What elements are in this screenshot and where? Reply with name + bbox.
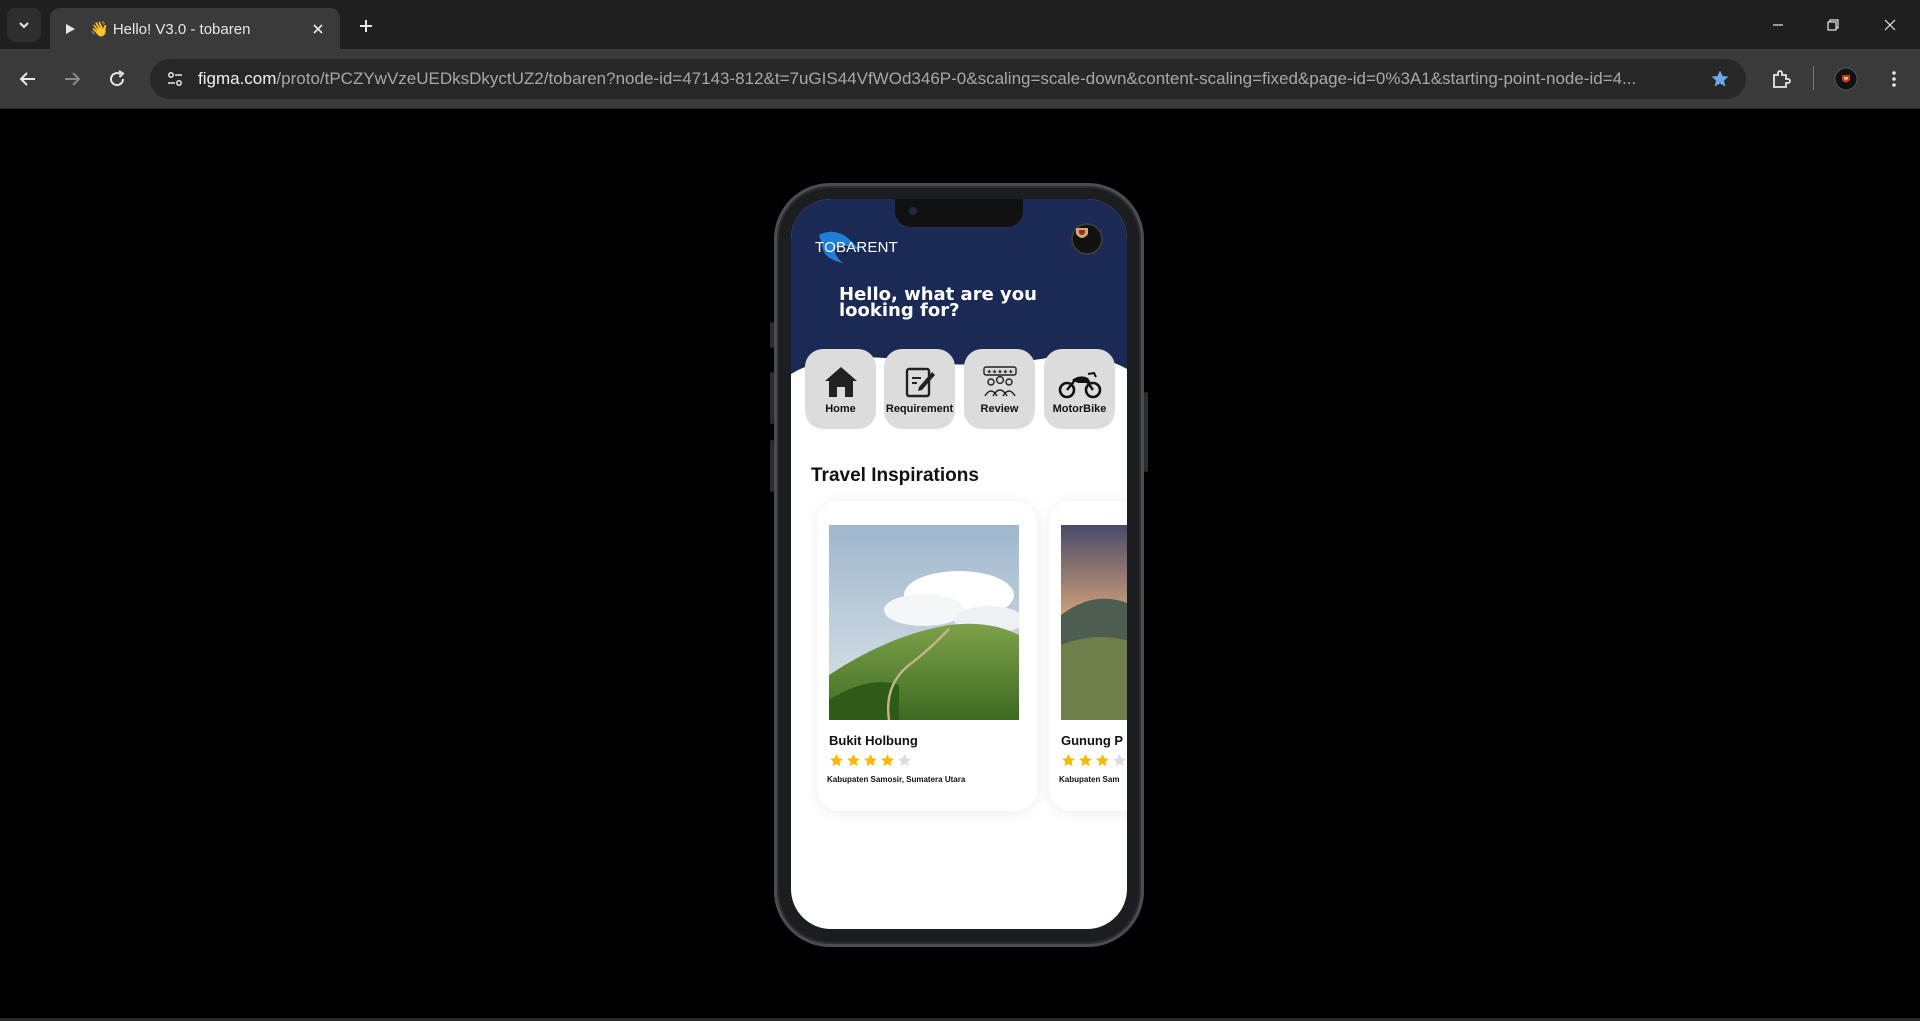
site-info-icon[interactable] (162, 66, 188, 92)
forward-button[interactable] (56, 63, 88, 95)
category-label: Review (980, 403, 1019, 415)
star-filled-icon (1096, 754, 1109, 767)
place-location: Kabupaten Samosir, Sumatera Utara (827, 775, 966, 784)
motorbike-icon (1058, 371, 1101, 399)
plus-icon (360, 20, 372, 32)
category-review[interactable]: ★★★★★ Review (964, 349, 1035, 429)
place-name: Bukit Holbung (829, 733, 918, 748)
greeting-text: Hello, what are you looking for? (839, 284, 1037, 321)
brand-name: TOBARENT (815, 239, 899, 256)
kebab-menu-icon (1892, 71, 1896, 87)
tab-search-button[interactable] (7, 8, 41, 42)
rating-stars (1061, 753, 1127, 768)
phone-volume-down (770, 440, 774, 492)
travel-cards-carousel[interactable]: Bukit Holbung Kabupaten Samosir, Sumater… (791, 501, 1127, 811)
category-label: Requirement (885, 403, 954, 415)
browser-menu-button[interactable] (1878, 63, 1910, 95)
app-screen: TOBARENT Hello, what are you looking for… (791, 199, 1127, 929)
phone-side-button (770, 322, 774, 348)
extensions-button[interactable] (1765, 63, 1797, 95)
toolbar-separator (1813, 66, 1814, 90)
profile-avatar-button[interactable] (1830, 63, 1862, 95)
section-title: Travel Inspirations (811, 465, 979, 486)
minimize-icon (1773, 24, 1783, 26)
star-filled-icon (830, 754, 843, 767)
url-path: /proto/tPCZYwVzeUEDksDkyctUZ2/tobaren?no… (276, 69, 1637, 88)
place-photo (1061, 525, 1127, 720)
place-name: Gunung P (1061, 733, 1124, 748)
review-people-icon: ★★★★★ (982, 366, 1017, 397)
chevron-down-icon (19, 22, 29, 29)
svg-text:★★★★★: ★★★★★ (986, 369, 1013, 376)
reload-button[interactable] (101, 63, 133, 95)
travel-card[interactable]: Bukit Holbung Kabupaten Samosir, Sumater… (817, 501, 1037, 811)
category-requirement[interactable]: Requirement (884, 349, 955, 429)
camera-icon (909, 207, 917, 215)
puzzle-icon (1773, 70, 1791, 88)
tab-close-icon[interactable] (308, 19, 328, 39)
reload-icon (110, 70, 125, 87)
phone-power-button (1144, 392, 1148, 472)
category-motorbike[interactable]: MotorBike (1044, 349, 1115, 429)
bookmark-star-icon[interactable] (1708, 67, 1732, 91)
arrow-right-icon (65, 72, 81, 86)
document-edit-icon (905, 367, 935, 398)
category-row: Home Requirement ★★★★★ Review MotorBike (805, 349, 1127, 429)
restore-button[interactable] (1815, 10, 1851, 40)
avatar-emblem-icon (1076, 228, 1088, 238)
category-label: Home (825, 403, 856, 415)
place-location: Kabupaten Sam (1059, 775, 1120, 784)
close-icon (1884, 19, 1896, 31)
arrow-left-icon (19, 72, 35, 86)
minimize-button[interactable] (1760, 10, 1796, 40)
address-bar[interactable]: figma.com/proto/tPCZYwVzeUEDksDkyctUZ2/t… (150, 59, 1746, 99)
star-filled-icon (847, 754, 860, 767)
phone-volume-up (770, 372, 774, 424)
star-filled-icon (1062, 754, 1075, 767)
profile-avatar-icon (1834, 67, 1858, 91)
star-filled-icon (1079, 754, 1092, 767)
back-button[interactable] (12, 63, 44, 95)
rating-stars (829, 753, 912, 768)
travel-card[interactable]: Gunung P Kabupaten Sam (1049, 501, 1127, 811)
browser-tab-active[interactable]: 👋 Hello! V3.0 - tobaren (50, 8, 340, 49)
star-empty-icon (1113, 754, 1126, 767)
brand-logo: TOBARENT (815, 229, 915, 269)
url-host: figma.com (198, 69, 277, 88)
url-text[interactable]: figma.com/proto/tPCZYwVzeUEDksDkyctUZ2/t… (198, 69, 1708, 89)
tab-title: 👋 Hello! V3.0 - tobaren (90, 20, 251, 38)
category-home[interactable]: Home (805, 349, 876, 429)
star-empty-icon (898, 754, 911, 767)
figma-play-icon (62, 21, 78, 37)
user-avatar[interactable] (1071, 223, 1103, 255)
phone-notch (895, 199, 1023, 227)
browser-tab-bar: 👋 Hello! V3.0 - tobaren (0, 0, 1920, 49)
star-filled-icon (881, 754, 894, 767)
category-label: MotorBike (1052, 403, 1107, 415)
close-window-button[interactable] (1872, 10, 1908, 40)
house-icon (824, 367, 857, 397)
place-photo (829, 525, 1019, 720)
star-filled-icon (864, 754, 877, 767)
restore-icon (1827, 19, 1839, 31)
new-tab-button[interactable] (352, 12, 380, 40)
browser-toolbar: figma.com/proto/tPCZYwVzeUEDksDkyctUZ2/t… (0, 49, 1920, 109)
